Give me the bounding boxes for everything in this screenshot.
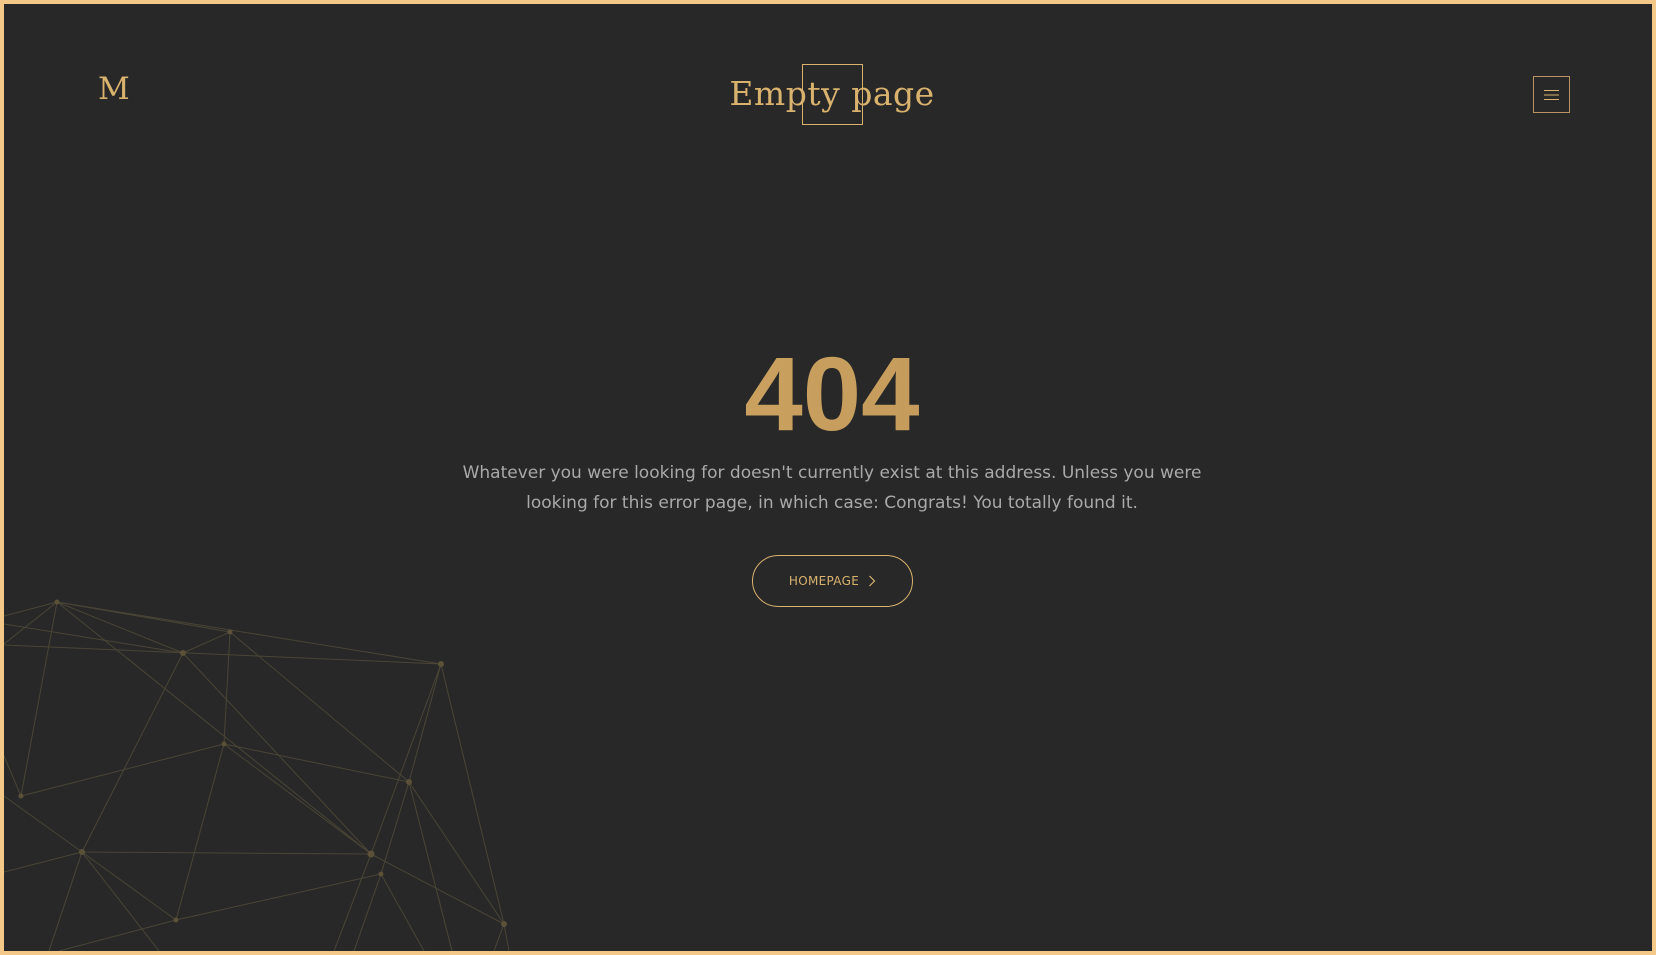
homepage-button[interactable]: HOMEPAGE bbox=[752, 555, 913, 607]
chevron-right-icon bbox=[869, 575, 876, 587]
page-canvas: M Empty page 404 Whatever you were looki… bbox=[4, 4, 1652, 951]
error-code: 404 bbox=[4, 342, 1652, 447]
homepage-button-label: HOMEPAGE bbox=[788, 574, 860, 588]
menu-button[interactable] bbox=[1533, 76, 1570, 113]
error-message: Whatever you were looking for doesn't cu… bbox=[462, 463, 1202, 513]
title-decorative-frame bbox=[802, 64, 863, 125]
hamburger-menu-icon bbox=[1544, 89, 1559, 100]
